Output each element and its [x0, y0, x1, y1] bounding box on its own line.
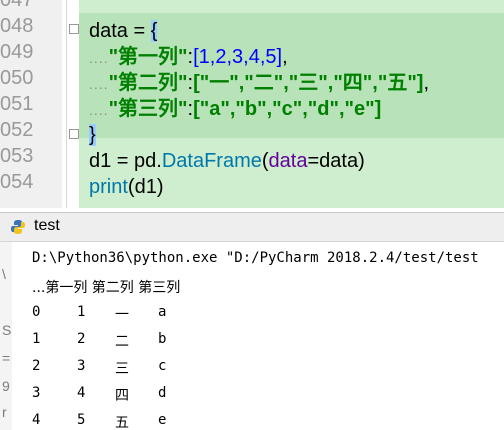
line-number: 047	[0, 0, 34, 11]
line-number-gutter: 047 048 049 050 051 052 053 054	[0, 0, 62, 208]
code-line-54[interactable]: print(d1)	[89, 174, 163, 200]
row-index: 4	[32, 412, 41, 428]
equals-sign: =	[307, 150, 320, 172]
line-number: 051	[0, 93, 34, 115]
cell-col2: 一	[115, 307, 129, 323]
open-brace: {	[150, 20, 158, 42]
cell-col3: d	[158, 385, 167, 401]
cell-col1: 3	[77, 358, 86, 374]
toolbar-button[interactable]: r	[2, 404, 7, 420]
code-line-52[interactable]: }	[89, 122, 96, 148]
toolbar-button[interactable]: \	[2, 266, 6, 282]
line-number: 049	[0, 41, 34, 63]
list-value: [1,2,3,4,5]	[193, 46, 283, 68]
toolbar-button[interactable]: =	[2, 350, 10, 366]
comma: ,	[282, 46, 288, 68]
keyword-argument: data	[268, 150, 308, 172]
comma: ,	[423, 72, 430, 94]
cell-col3: e	[158, 412, 167, 428]
line-number: 048	[0, 15, 34, 37]
line-number: 050	[0, 67, 34, 89]
toolbar-button[interactable]: 9	[2, 378, 10, 394]
code-line-50[interactable]: ...."第二列":["一","二","三","四","五"],	[89, 70, 429, 97]
function-call: DataFrame	[161, 150, 262, 172]
row-index: 0	[32, 304, 41, 320]
line-number: 052	[0, 119, 34, 141]
code-line-49[interactable]: ...."第一列":[1,2,3,4,5],	[89, 44, 288, 71]
close-brace: }	[89, 124, 96, 146]
dict-key: "第三列"	[108, 98, 188, 120]
row-index: 3	[32, 385, 41, 401]
python-file-icon	[10, 219, 26, 235]
code-line-48[interactable]: data = {	[89, 18, 158, 44]
indent-guide: ....	[89, 76, 109, 92]
close-paren: )	[358, 150, 365, 172]
run-tab-test[interactable]: test	[34, 217, 60, 235]
command-line: D:\Python36\python.exe "D:/PyCharm 2018.…	[32, 250, 479, 266]
dict-key: "第一列"	[108, 46, 188, 68]
assignment-lhs: d1 = pd.	[89, 150, 162, 172]
line-number: 053	[0, 145, 34, 167]
cell-col3: a	[158, 304, 167, 320]
indent-guide: ....	[89, 102, 109, 118]
argument: data	[319, 150, 359, 172]
cell-col2: 四	[115, 388, 129, 404]
dict-key: "第二列"	[108, 72, 188, 94]
list-value: ["一","二","三","四","五"]	[193, 72, 424, 94]
console-toolbar: \ S = 9 r	[0, 242, 12, 430]
code-editor[interactable]: 047 048 049 050 051 052 053 054 data = {…	[0, 0, 504, 208]
cell-col1: 4	[77, 385, 86, 401]
variable-name: data	[89, 20, 128, 42]
list-value: ["a","b","c","d","e"]	[193, 98, 382, 120]
code-line-51[interactable]: ...."第三列":["a","b","c","d","e"]	[89, 96, 381, 123]
open-paren: (	[261, 150, 269, 172]
run-tool-window-header: test	[0, 212, 504, 242]
cell-col1: 5	[77, 412, 86, 428]
line-number: 054	[0, 171, 34, 193]
print-args: (d1)	[127, 176, 164, 198]
print-function: print	[89, 176, 128, 198]
toolbar-button[interactable]: S	[2, 322, 11, 338]
row-index: 2	[32, 358, 41, 374]
cell-col2: 五	[115, 415, 129, 430]
cell-col1: 1	[77, 304, 86, 320]
fold-toggle-icon[interactable]	[69, 24, 79, 34]
cell-col2: 二	[115, 334, 129, 350]
row-index: 1	[32, 331, 41, 347]
cell-col2: 三	[115, 361, 129, 377]
dataframe-header: ...第一列 第二列 第三列	[32, 280, 181, 296]
cell-col3: c	[158, 358, 167, 374]
fold-toggle-icon[interactable]	[69, 129, 79, 139]
indent-guide: ....	[89, 50, 109, 66]
code-line-53[interactable]: d1 = pd.DataFrame(data=data)	[89, 148, 365, 174]
console-output[interactable]: D:\Python36\python.exe "D:/PyCharm 2018.…	[12, 242, 504, 430]
cell-col3: b	[158, 331, 167, 347]
cell-col1: 2	[77, 331, 86, 347]
assign-operator: =	[127, 20, 151, 42]
